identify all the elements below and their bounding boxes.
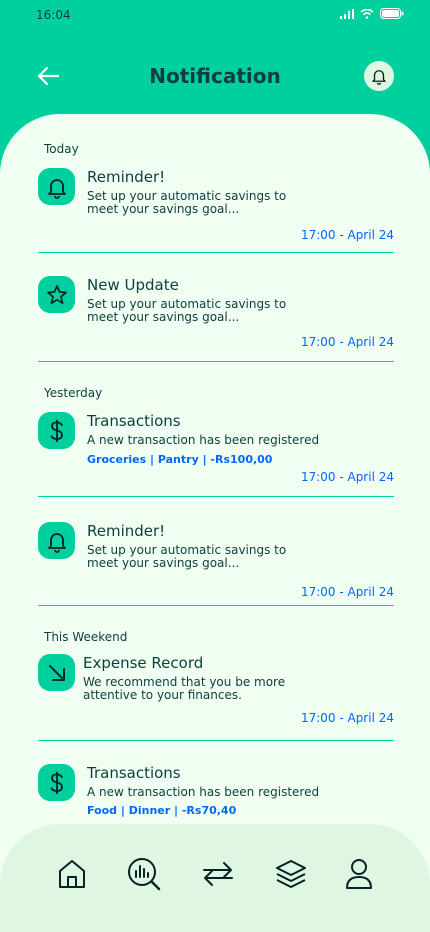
notification-time: 17:00 - April 24: [300, 585, 394, 599]
description-line: A new transaction has been registered: [87, 785, 320, 799]
wifi-icon: [360, 8, 374, 19]
notification-description: Set up your automatic savings to meet yo…: [87, 298, 357, 324]
notification-title: Transactions: [87, 412, 181, 430]
notification-description: Set up your automatic savings to meet yo…: [87, 190, 357, 216]
bottom-nav: [0, 824, 430, 932]
divider: [38, 496, 394, 497]
bell-icon: [372, 70, 386, 85]
layers-icon: [276, 860, 306, 888]
notification-title: New Update: [87, 276, 179, 294]
section-weekend: This Weekend: [44, 630, 128, 644]
notification-bell-button[interactable]: [364, 61, 394, 91]
notification-description: We recommend that you be more attentive …: [83, 676, 353, 702]
description-line: attentive to your finances.: [83, 688, 242, 702]
notification-description: A new transaction has been registered: [87, 786, 357, 799]
divider: [38, 361, 394, 362]
transaction-tags: Food | Dinner | -Rs70,40: [87, 804, 237, 817]
transfer-icon: [203, 862, 233, 886]
description-line: meet your savings goal...: [87, 556, 240, 570]
battery-icon: [380, 8, 404, 19]
notification-item[interactable]: Expense Record We recommend that you be …: [38, 654, 394, 734]
notification-item[interactable]: Reminder! Set up your automatic savings …: [38, 522, 394, 604]
description-line: meet your savings goal...: [87, 310, 240, 324]
notification-time: 17:00 - April 24: [300, 711, 394, 725]
notification-item[interactable]: New Update Set up your automatic savings…: [38, 276, 394, 358]
analysis-icon: [128, 858, 161, 891]
notification-description: A new transaction has been registered: [87, 434, 357, 447]
dollar-icon: [38, 764, 75, 801]
notification-description: Set up your automatic savings to meet yo…: [87, 544, 357, 570]
notification-title: Transactions: [87, 764, 181, 782]
arrow-down-right-icon: [38, 654, 75, 691]
profile-icon: [346, 859, 372, 889]
notifications-panel: Today Reminder! Set up your automatic sa…: [0, 114, 430, 932]
description-line: meet your savings goal...: [87, 202, 240, 216]
header: Notification: [0, 52, 430, 102]
nav-transactions[interactable]: [200, 856, 236, 892]
section-today: Today: [44, 142, 79, 156]
status-time: 16:04: [36, 8, 71, 22]
notification-title: Expense Record: [83, 654, 204, 672]
bell-icon: [38, 168, 75, 205]
nav-analysis[interactable]: [126, 856, 162, 892]
notification-time: 17:00 - April 24: [300, 228, 394, 242]
section-yesterday: Yesterday: [44, 386, 103, 400]
notification-item[interactable]: Transactions A new transaction has been …: [38, 764, 394, 824]
notification-time: 17:00 - April 24: [300, 470, 394, 484]
dollar-icon: [38, 412, 75, 449]
notification-title: Reminder!: [87, 522, 166, 540]
divider: [38, 740, 394, 741]
signal-icon: [340, 8, 354, 19]
divider: [38, 252, 394, 253]
star-icon: [38, 276, 75, 313]
nav-categories[interactable]: [273, 856, 309, 892]
bell-icon: [38, 522, 75, 559]
status-icons: [340, 8, 404, 19]
transaction-tags: Groceries | Pantry | -Rs100,00: [87, 453, 273, 466]
notification-item[interactable]: Reminder! Set up your automatic savings …: [38, 168, 394, 250]
notification-item[interactable]: Transactions A new transaction has been …: [38, 412, 394, 492]
notification-time: 17:00 - April 24: [300, 335, 394, 349]
nav-profile[interactable]: [341, 856, 377, 892]
divider: [38, 605, 394, 606]
home-icon: [59, 860, 85, 888]
nav-home[interactable]: [54, 856, 90, 892]
notification-title: Reminder!: [87, 168, 166, 186]
description-line: A new transaction has been registered: [87, 433, 320, 447]
status-bar: 16:04: [0, 0, 430, 30]
